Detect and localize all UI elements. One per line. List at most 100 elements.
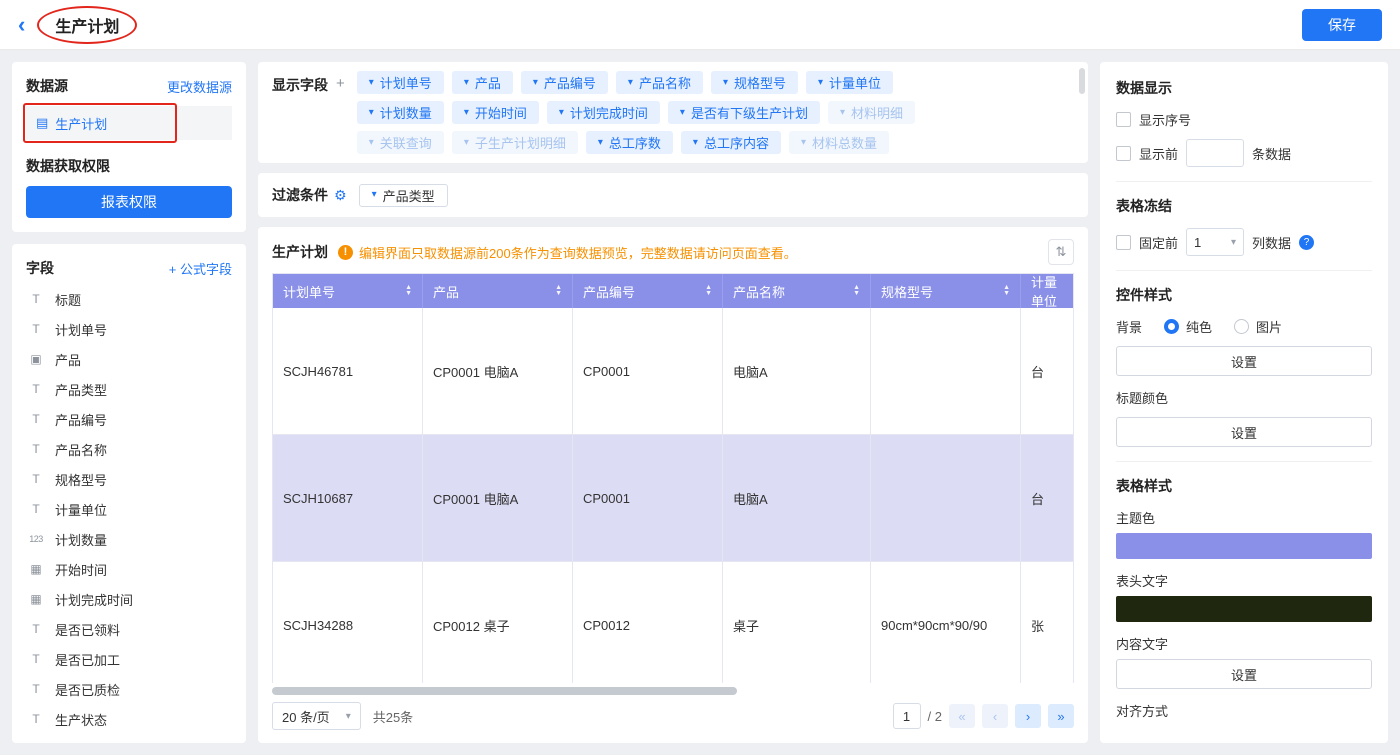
field-chip[interactable]: 材料明细 bbox=[828, 101, 915, 124]
annotation-title-circle: 生产计划 bbox=[37, 6, 137, 44]
column-header[interactable]: 计划单号▲▼ bbox=[273, 274, 423, 308]
help-icon[interactable] bbox=[1299, 235, 1314, 250]
total-count: 共25条 bbox=[373, 707, 413, 726]
filter-chip[interactable]: 产品类型 bbox=[359, 184, 448, 207]
field-item[interactable]: 计划数量 bbox=[26, 524, 232, 554]
field-chip[interactable]: 计划完成时间 bbox=[547, 101, 660, 124]
field-chip[interactable]: 产品编号 bbox=[521, 71, 608, 94]
field-chip[interactable]: 规格型号 bbox=[711, 71, 798, 94]
table-style-title: 表格样式 bbox=[1116, 476, 1372, 496]
image-radio[interactable]: 图片 bbox=[1234, 317, 1282, 336]
field-chip[interactable]: 总工序数 bbox=[586, 131, 673, 154]
report-permission-button[interactable]: 报表权限 bbox=[26, 186, 232, 218]
previous-page-button[interactable] bbox=[982, 704, 1008, 728]
next-page-button[interactable] bbox=[1015, 704, 1041, 728]
field-item[interactable]: 是否已加工 bbox=[26, 644, 232, 674]
freeze-prefix: 固定前 bbox=[1139, 233, 1178, 252]
field-chip[interactable]: 计划单号 bbox=[357, 71, 444, 94]
title-color-set-button[interactable]: 设置 bbox=[1116, 417, 1372, 447]
table-cell: CP0001 bbox=[573, 435, 723, 562]
row-limit-input[interactable] bbox=[1186, 139, 1244, 167]
field-chip[interactable]: 关联查询 bbox=[357, 131, 444, 154]
field-item[interactable]: 开始时间 bbox=[26, 554, 232, 584]
date-field-icon bbox=[26, 562, 46, 576]
column-header[interactable]: 产品▲▼ bbox=[423, 274, 573, 308]
column-header[interactable]: 规格型号▲▼ bbox=[871, 274, 1021, 308]
back-icon[interactable] bbox=[18, 14, 25, 36]
field-item[interactable]: 规格型号 bbox=[26, 464, 232, 494]
text-field-icon bbox=[26, 652, 46, 666]
text-field-icon bbox=[26, 442, 46, 456]
table-row[interactable]: SCJH46781 CP0001 电脑A CP0001 电脑A 台 bbox=[273, 308, 1073, 435]
field-chip[interactable]: 计量单位 bbox=[806, 71, 893, 94]
preview-table: 计划单号▲▼ 产品▲▼ 产品编号▲▼ 产品名称▲▼ 规格型号▲▼ 计量单位 SC… bbox=[272, 273, 1074, 683]
table-cell: 张 bbox=[1021, 562, 1073, 683]
background-set-button[interactable]: 设置 bbox=[1116, 346, 1372, 376]
sort-icon[interactable]: ▲▼ bbox=[405, 285, 412, 297]
datasource-item[interactable]: 生产计划 bbox=[26, 106, 232, 140]
column-header[interactable]: 产品编号▲▼ bbox=[573, 274, 723, 308]
text-field-icon bbox=[26, 472, 46, 486]
content-text-set-button[interactable]: 设置 bbox=[1116, 659, 1372, 689]
sort-icon[interactable]: ▲▼ bbox=[853, 285, 860, 297]
total-pages: / 2 bbox=[928, 709, 942, 724]
field-item[interactable]: 标题 bbox=[26, 284, 232, 314]
solid-color-radio[interactable]: 纯色 bbox=[1164, 317, 1212, 336]
field-item[interactable]: 计划完成时间 bbox=[26, 584, 232, 614]
add-display-field-button[interactable]: + bbox=[336, 75, 345, 91]
chevron-down-icon bbox=[372, 190, 377, 200]
change-datasource-link[interactable]: 更改数据源 bbox=[167, 77, 232, 96]
field-chip[interactable]: 子生产计划明细 bbox=[452, 131, 578, 154]
table-row[interactable]: SCJH10687 CP0001 电脑A CP0001 电脑A 台 bbox=[273, 435, 1073, 562]
header-text-color-swatch[interactable] bbox=[1116, 596, 1372, 622]
field-chip[interactable]: 开始时间 bbox=[452, 101, 539, 124]
sort-order-icon[interactable] bbox=[1048, 239, 1074, 265]
last-page-button[interactable] bbox=[1048, 704, 1074, 728]
freeze-count-select[interactable]: 1 bbox=[1186, 228, 1244, 256]
page-size-select[interactable]: 20 条/页 bbox=[272, 702, 361, 730]
field-item[interactable]: 产品编号 bbox=[26, 404, 232, 434]
field-item[interactable]: 计量单位 bbox=[26, 494, 232, 524]
preview-title: 生产计划 bbox=[272, 242, 328, 262]
field-chip[interactable]: 是否有下级生产计划 bbox=[668, 101, 820, 124]
main-layout: 数据源 更改数据源 生产计划 数据获取权限 报表权限 字段 + 公式字段 标题 … bbox=[0, 50, 1400, 755]
field-item[interactable]: 是否已质检 bbox=[26, 674, 232, 704]
add-formula-field-link[interactable]: + 公式字段 bbox=[169, 259, 232, 278]
field-chip[interactable]: 总工序内容 bbox=[681, 131, 781, 154]
column-header[interactable]: 产品名称▲▼ bbox=[723, 274, 871, 308]
field-item[interactable]: 计划单号 bbox=[26, 314, 232, 344]
table-cell: CP0001 电脑A bbox=[423, 308, 573, 435]
chevron-down-icon bbox=[723, 78, 728, 88]
field-item[interactable]: 是否已领料 bbox=[26, 614, 232, 644]
save-button[interactable]: 保存 bbox=[1302, 9, 1382, 41]
column-header[interactable]: 计量单位 bbox=[1021, 274, 1073, 308]
gear-icon[interactable] bbox=[334, 187, 347, 204]
field-chip[interactable]: 产品 bbox=[452, 71, 513, 94]
freeze-checkbox[interactable] bbox=[1116, 235, 1131, 250]
field-item[interactable]: 产品 bbox=[26, 344, 232, 374]
object-field-icon bbox=[26, 352, 46, 366]
display-fields-panel: 显示字段 + 计划单号 产品 产品编号 产品名称 规格型号 计量单位 计划数量 … bbox=[258, 62, 1088, 163]
sort-icon[interactable]: ▲▼ bbox=[1003, 285, 1010, 297]
chevron-down-icon bbox=[464, 108, 469, 118]
show-first-checkbox[interactable] bbox=[1116, 146, 1131, 161]
sort-icon[interactable]: ▲▼ bbox=[555, 285, 562, 297]
chevron-down-icon bbox=[818, 78, 823, 88]
page-number-input[interactable]: 1 bbox=[893, 703, 921, 729]
table-header-row: 计划单号▲▼ 产品▲▼ 产品编号▲▼ 产品名称▲▼ 规格型号▲▼ 计量单位 bbox=[273, 274, 1073, 308]
chevron-down-icon bbox=[464, 78, 469, 88]
field-item[interactable]: 生产状态 bbox=[26, 704, 232, 734]
theme-color-swatch[interactable] bbox=[1116, 533, 1372, 559]
text-field-icon bbox=[26, 502, 46, 516]
horizontal-scrollbar[interactable] bbox=[272, 687, 737, 695]
first-page-button[interactable] bbox=[949, 704, 975, 728]
show-index-checkbox[interactable] bbox=[1116, 112, 1131, 127]
table-row[interactable]: SCJH34288 CP0012 桌子 CP0012 桌子 90cm*90cm*… bbox=[273, 562, 1073, 683]
field-item[interactable]: 产品类型 bbox=[26, 374, 232, 404]
field-chip[interactable]: 材料总数量 bbox=[789, 131, 889, 154]
field-chip[interactable]: 产品名称 bbox=[616, 71, 703, 94]
field-item[interactable]: 产品名称 bbox=[26, 434, 232, 464]
sort-icon[interactable]: ▲▼ bbox=[705, 285, 712, 297]
vertical-scrollbar[interactable] bbox=[1079, 68, 1085, 94]
field-chip[interactable]: 计划数量 bbox=[357, 101, 444, 124]
